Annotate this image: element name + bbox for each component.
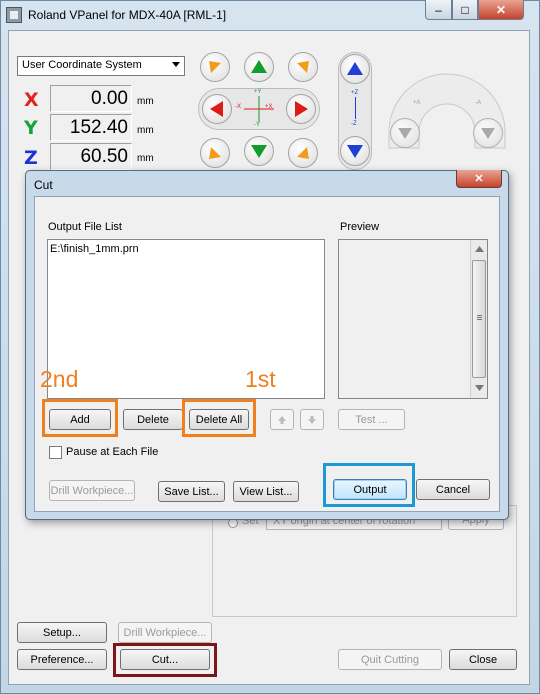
cut-button[interactable]: Cut... [120,649,210,670]
x-axis-letter: X [24,89,39,111]
plus-y-label: +Y [254,89,262,95]
add-button[interactable]: Add [49,409,111,430]
maximize-button[interactable]: □ [452,0,478,20]
move-down-icon [308,415,316,424]
jog-plus-x-plus-y-button[interactable] [288,52,318,82]
jog-plus-a-button[interactable] [390,118,420,148]
jog-minus-x-minus-y-button[interactable] [200,138,230,168]
jog-plus-y-button[interactable] [244,52,274,82]
quit-cutting-button[interactable]: Quit Cutting [338,649,442,670]
step-annotation-1st: 1st [245,366,276,392]
jog-minus-x-button[interactable] [202,94,232,124]
arrow-down-icon [481,128,495,139]
scroll-up-icon[interactable] [475,246,484,252]
plus-z-label: +Z [351,90,359,96]
drill-workpiece-button[interactable]: Drill Workpiece... [118,622,212,643]
output-button[interactable]: Output [333,479,407,500]
dialog-title: Cut [34,178,53,192]
coordinate-system-select[interactable]: User Coordinate System [17,56,185,76]
drill-workpiece-button-dialog[interactable]: Drill Workpiece... [49,480,135,501]
pause-label: Pause at Each File [66,446,159,458]
move-up-button[interactable] [270,409,294,430]
jog-minus-x-plus-y-button[interactable] [200,52,230,82]
app-icon [6,7,22,23]
arrow-up-left-icon [209,61,221,73]
scroll-down-icon[interactable] [475,385,484,391]
z-coordinate-field: 60.50 [50,143,132,170]
minimize-button[interactable]: – [425,0,452,20]
view-list-button[interactable]: View List... [233,481,299,502]
arrow-down-icon [251,145,267,158]
y-coordinate-field: 152.40 [50,114,132,141]
minus-z-label: -Z [351,121,357,127]
test-button[interactable]: Test ... [338,409,405,430]
x-unit: mm [137,96,154,107]
preview-pane [338,239,488,399]
preview-label: Preview [340,221,380,233]
preference-button[interactable]: Preference... [17,649,107,670]
arrow-down-right-icon [297,147,309,159]
x-coordinate-field: 0.00 [50,85,132,112]
jog-minus-z-button[interactable] [340,136,370,166]
step-annotation-2nd: 2nd [40,366,79,392]
window-title: Roland VPanel for MDX-40A [RML-1] [28,8,227,22]
arrow-left-icon [210,101,223,117]
close-window-button[interactable]: ✕ [478,0,524,20]
minus-x-label: -X [235,104,241,110]
z-unit: mm [137,153,154,164]
y-unit: mm [137,125,154,136]
coordinate-system-value: User Coordinate System [22,59,142,71]
cancel-button[interactable]: Cancel [416,479,490,500]
move-up-icon [278,415,286,424]
chevron-down-icon [172,62,180,67]
z-axis-line [355,97,356,119]
save-list-button[interactable]: Save List... [158,481,225,502]
jog-plus-x-button[interactable] [286,94,316,124]
jog-plus-z-button[interactable] [340,54,370,84]
plus-x-label: +X [265,104,273,110]
arrow-down-icon [398,128,412,139]
arrow-up-icon [251,60,267,73]
dialog-close-button[interactable]: ✕ [456,170,502,188]
arrow-up-icon [347,62,363,75]
jog-minus-y-button[interactable] [244,136,274,166]
arrow-right-icon [295,101,308,117]
delete-all-button[interactable]: Delete All [189,409,249,430]
move-down-button[interactable] [300,409,324,430]
close-button[interactable]: Close [449,649,517,670]
preview-scrollbar[interactable] [470,240,487,398]
output-file-list[interactable]: E:\finish_1mm.prn [47,239,325,399]
delete-button[interactable]: Delete [123,409,183,430]
pause-checkbox[interactable] [49,446,62,459]
setup-button[interactable]: Setup... [17,622,107,643]
list-item[interactable]: E:\finish_1mm.prn [50,243,139,255]
minus-y-label: -Y [254,122,260,128]
arrow-up-right-icon [297,61,309,73]
arrow-down-icon [347,145,363,158]
output-file-list-label: Output File List [48,221,122,233]
arrow-down-left-icon [209,147,221,159]
z-axis-letter: Z [24,147,38,169]
minus-a-label: -A [475,100,481,106]
scroll-thumb[interactable] [472,260,486,378]
jog-plus-x-minus-y-button[interactable] [288,138,318,168]
plus-a-label: +A [413,100,421,106]
y-axis-letter: Y [24,117,38,139]
jog-minus-a-button[interactable] [473,118,503,148]
